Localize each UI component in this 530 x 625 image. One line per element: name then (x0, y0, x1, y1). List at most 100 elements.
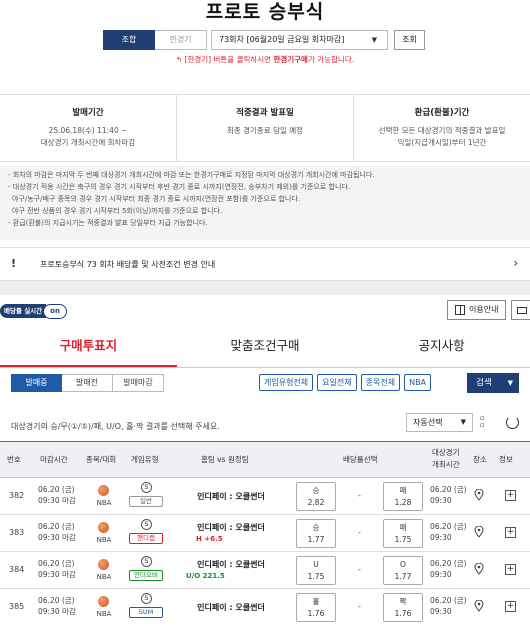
section-divider (0, 281, 530, 295)
info-box: 발매기간 25.06.18(수) 11:40 ~ 대상경기 개최시간에 회차마감… (0, 94, 530, 162)
header-venue: 장소 (473, 455, 487, 464)
info-sale-period: 발매기간 25.06.18(수) 11:40 ~ 대상경기 개최시간에 회차마감 (0, 95, 177, 161)
odds-lose-button[interactable]: 패 1.75 (383, 519, 423, 548)
game-type-badge: 일반 (129, 496, 163, 507)
mode-tabs: 조합 한경기 (103, 30, 207, 50)
tab-sale-closed[interactable]: 발매마감 (113, 374, 164, 392)
header-sport: 종목/대회 (86, 455, 117, 464)
under-over-value: U/O 221.5 (186, 572, 225, 580)
refresh-icon[interactable] (506, 416, 519, 429)
main-tabs: 구매투표지 맞춤조건구매 공지사항 (0, 326, 530, 368)
filter-day[interactable]: 요일전체 (317, 374, 357, 391)
tab-on-sale[interactable]: 발매중 (11, 374, 62, 392)
page-title: 프로토 승부식 (205, 1, 325, 23)
header-info: 정보 (499, 455, 513, 464)
plus-icon[interactable]: + (505, 527, 516, 538)
plus-icon[interactable]: + (505, 601, 516, 612)
tab-pre-sale[interactable]: 발매전 (62, 374, 113, 392)
tab-notices[interactable]: 공지사항 (353, 326, 530, 367)
match-teams: 인디페이 : 오클썬더 (197, 603, 265, 612)
match-teams: 인디페이 : 오클썬더 (197, 492, 265, 501)
info-refund-period: 환급(환불)기간 선택한 모든 대상경기의 적중결과 발표일 익일(지급개시일)… (378, 108, 506, 147)
filter-game-type[interactable]: 게임유형전체 (259, 374, 314, 391)
plus-icon[interactable]: + (505, 564, 516, 575)
round-select-value: 73회차 [06월20일 금요일 회차마감] (219, 35, 345, 44)
view-toggle-icon[interactable]: ▫ ▫ (480, 415, 494, 430)
chevron-down-icon: ▼ (507, 379, 513, 387)
status-tabs: 발매중 발매전 발매마감 (11, 374, 164, 392)
header-type: 게임유형 (131, 455, 159, 464)
header-no: 번호 (7, 455, 21, 464)
s-badge-icon: S (141, 593, 152, 604)
rule-line: 야구/농구/배구 종목의 경우 경기 시작부터 최종 경기 종료 시까지(연장전… (12, 195, 301, 203)
round-select[interactable]: 73회차 [06월20일 금요일 회차마감] ▼ (211, 30, 388, 50)
odds-win-button[interactable]: 승 1.77 (296, 519, 336, 548)
realtime-odds-toggle[interactable]: 배당률 실시간 on (0, 303, 67, 319)
header-match: 홈팀 vs 원정팀 (201, 455, 249, 464)
location-pin-icon[interactable] (474, 489, 484, 501)
basketball-icon (98, 596, 109, 607)
guide-button[interactable]: 이용안내 (447, 300, 506, 320)
single-game-notice: ↰ [한경기] 버튼을 클릭하시면 한경기구매가 가능합니다. (175, 55, 355, 64)
location-pin-icon[interactable] (474, 563, 484, 575)
rules-box: - 회차의 마감은 마지막 두 번째 대상경기 개최시간에 마감 또는 한경기구… (0, 166, 530, 240)
chevron-down-icon: ▼ (371, 36, 377, 44)
realtime-state: on (43, 303, 67, 319)
table-row: 383 06.20 (금) 09:30 마감 NBA S 핸디캡 인디페이 : 오… (0, 515, 530, 552)
s-badge-icon: S (141, 482, 152, 493)
exclamation-icon: ! (11, 257, 17, 270)
header-start-1: 대상경기 (432, 448, 460, 457)
rule-line: 야구 전반 상품의 경우 경기 시작부터 5회(이닝)까지를 기준으로 합니다. (12, 207, 223, 215)
filter-group: 게임유형전체 요일전체 종목전체 NBA (259, 374, 432, 391)
game-type-badge: 언더오버 (129, 570, 163, 581)
tab-combo[interactable]: 조합 (103, 30, 155, 50)
filter-search-button[interactable]: 검색 ▼ (467, 373, 519, 393)
rule-line: - 회차의 마감은 마지막 두 번째 대상경기 개최시간에 마감 또는 한경기구… (8, 171, 375, 179)
tab-single-game[interactable]: 한경기 (155, 30, 207, 50)
printer-icon (517, 307, 527, 314)
rule-line: - 환급(환불)의 지급시기는 적중결과 발표 당일부터 지급 가능합니다. (8, 219, 208, 227)
table-row: 385 06.20 (금) 09:30 마감 NBA S SUM 인디페이 : 오… (0, 589, 530, 625)
tab-custom-purchase[interactable]: 맞춤조건구매 (177, 326, 354, 367)
tab-purchase-slip[interactable]: 구매투표지 (0, 326, 177, 367)
odds-under-button[interactable]: U 1.75 (296, 556, 336, 585)
header-odds: 배당률선택 (343, 455, 378, 464)
chevron-down-icon: ▼ (460, 418, 466, 426)
book-icon (455, 305, 465, 315)
table-row: 382 06.20 (금) 09:30 마감 NBA S 일반 인디페이 : 오클… (0, 478, 530, 515)
odds-over-button[interactable]: O 1.77 (383, 556, 423, 585)
notice-bar[interactable]: ! 프로토승부식 73 회차 배당률 및 사전조건 변경 안내 › (0, 247, 530, 281)
game-type-badge: SUM (129, 607, 163, 618)
filter-league[interactable]: NBA (404, 374, 432, 391)
table-row: 384 06.20 (금) 09:30 마감 NBA S 언더오버 인디페이 : … (0, 552, 530, 589)
auto-select-dropdown[interactable]: 자동선택 ▼ (406, 413, 473, 432)
location-pin-icon[interactable] (474, 526, 484, 538)
handicap-value: H +6.5 (196, 535, 223, 543)
plus-icon[interactable]: + (505, 490, 516, 501)
realtime-label: 배당률 실시간 (0, 304, 47, 318)
header-deadline: 마감시간 (40, 455, 68, 464)
return-arrow-icon: ↰ (175, 55, 185, 64)
s-badge-icon: S (141, 556, 152, 567)
s-badge-icon: S (141, 519, 152, 530)
odds-odd-button[interactable]: 홀 1.76 (296, 593, 336, 622)
chevron-right-icon: › (513, 256, 518, 270)
odds-even-button[interactable]: 짝 1.76 (383, 593, 423, 622)
game-table: 번호 마감시간 종목/대회 게임유형 홈팀 vs 원정팀 배당률선택 대상경기 … (0, 441, 530, 625)
filter-sport[interactable]: 종목전체 (360, 374, 401, 391)
game-type-badge: 핸디캡 (129, 533, 163, 544)
instruction-text: 대상경기의 승/무(①/⑤)/패, U/O, 홀·짝 결과를 선택해 주세요. (11, 422, 220, 431)
location-pin-icon[interactable] (474, 600, 484, 612)
basketball-icon (98, 522, 109, 533)
notice-bar-text: 프로토승부식 73 회차 배당률 및 사전조건 변경 안내 (40, 260, 216, 269)
search-button[interactable]: 조회 (394, 30, 425, 50)
basketball-icon (98, 559, 109, 570)
odds-lose-button[interactable]: 패 1.28 (383, 482, 423, 511)
match-teams: 인디페이 : 오클썬더 (197, 560, 265, 569)
odds-win-button[interactable]: 승 2.82 (296, 482, 336, 511)
rule-line: - 대상경기 적용 시간은 축구의 경우 경기 시작부터 후반 경기 종료 시까… (8, 183, 351, 191)
print-button[interactable] (511, 300, 530, 320)
table-header: 번호 마감시간 종목/대회 게임유형 홈팀 vs 원정팀 배당률선택 대상경기 … (0, 441, 530, 478)
match-teams: 인디페이 : 오클썬더 (197, 523, 265, 532)
header-start-2: 개최시간 (432, 460, 460, 469)
